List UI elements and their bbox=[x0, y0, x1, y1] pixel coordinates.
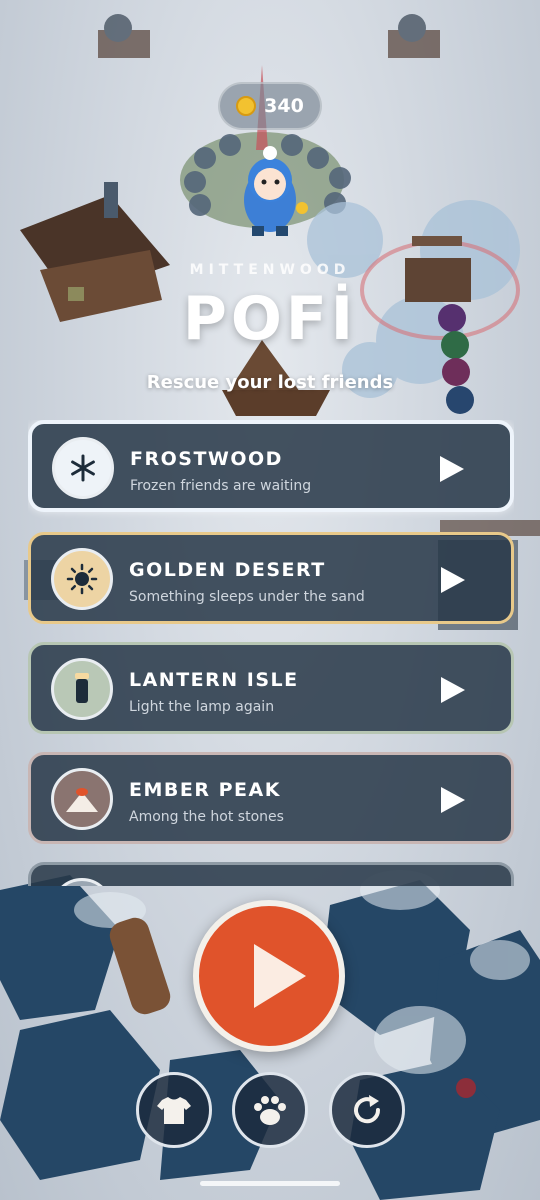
scene-decor-top bbox=[98, 14, 440, 58]
play-button[interactable] bbox=[193, 900, 345, 1052]
shirt-icon bbox=[157, 1097, 191, 1124]
restart-button[interactable] bbox=[329, 1072, 405, 1148]
level-subtitle: Frozen friends are waiting bbox=[130, 478, 312, 494]
level-card-golden-desert[interactable]: GOLDEN DESERT Something sleeps under the… bbox=[28, 532, 514, 624]
play-icon[interactable] bbox=[441, 787, 465, 813]
level-card-partial[interactable] bbox=[28, 862, 514, 886]
pets-button[interactable] bbox=[232, 1072, 308, 1148]
play-icon bbox=[254, 944, 306, 1008]
coin-counter: 340 bbox=[218, 82, 322, 130]
play-icon[interactable] bbox=[441, 567, 465, 593]
level-card-lantern-isle[interactable]: LANTERN ISLE Light the lamp again bbox=[28, 642, 514, 734]
play-icon[interactable] bbox=[440, 456, 464, 482]
level-card-frostwood[interactable]: FROSTWOOD Frozen friends are waiting bbox=[28, 420, 514, 512]
level-title: FROSTWOOD bbox=[130, 448, 283, 470]
lantern-icon bbox=[51, 658, 113, 720]
level-title: GOLDEN DESERT bbox=[129, 559, 326, 581]
level-icon bbox=[51, 878, 113, 886]
wardrobe-button[interactable] bbox=[136, 1072, 212, 1148]
game-tagline: Rescue your lost friends bbox=[146, 372, 394, 393]
snowflake-icon bbox=[52, 437, 114, 499]
level-subtitle: Light the lamp again bbox=[129, 699, 275, 715]
coin-count: 340 bbox=[264, 95, 304, 117]
volcano-icon bbox=[51, 768, 113, 830]
game-title: POFİ bbox=[182, 284, 358, 354]
home-indicator[interactable] bbox=[200, 1181, 340, 1186]
paw-icon bbox=[254, 1096, 286, 1125]
level-subtitle: Something sleeps under the sand bbox=[129, 589, 365, 605]
sun-icon bbox=[51, 548, 113, 610]
level-title: LANTERN ISLE bbox=[129, 669, 299, 691]
level-title: EMBER PEAK bbox=[129, 779, 281, 801]
level-card-ember-peak[interactable]: EMBER PEAK Among the hot stones bbox=[28, 752, 514, 844]
restart-icon bbox=[354, 1095, 381, 1124]
level-list[interactable]: FROSTWOOD Frozen friends are waiting GOL… bbox=[28, 420, 514, 886]
world-name: MITTENWOOD bbox=[189, 262, 351, 278]
play-icon[interactable] bbox=[441, 677, 465, 703]
coin-icon bbox=[236, 96, 257, 116]
level-subtitle: Among the hot stones bbox=[129, 809, 284, 825]
